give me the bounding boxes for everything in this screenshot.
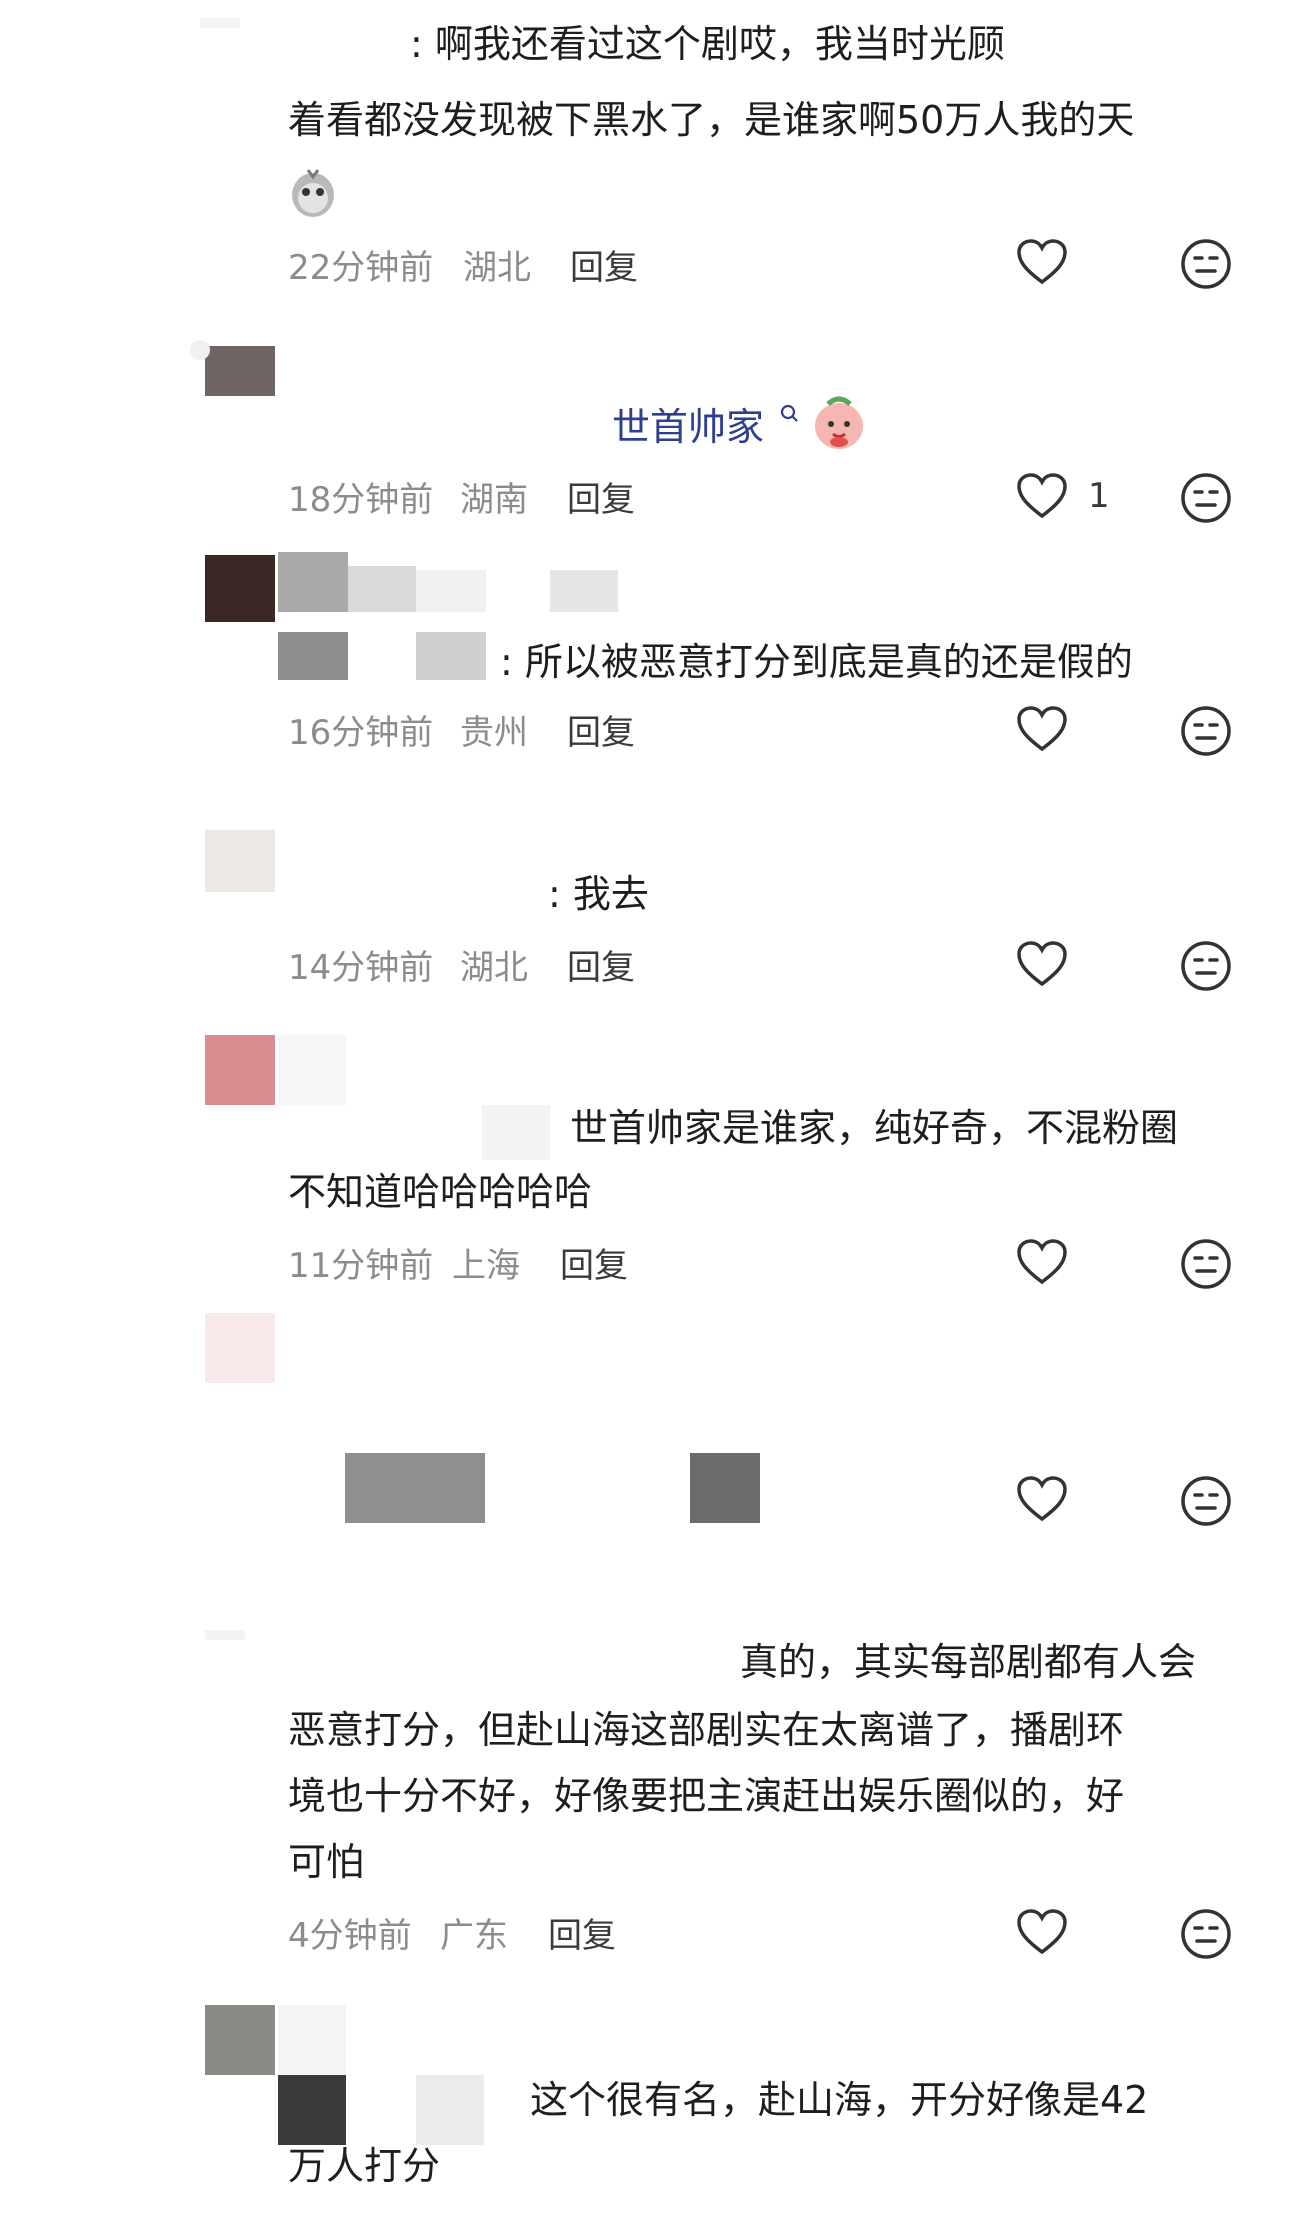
mosaic-block (416, 570, 486, 612)
comment-text-line: 这个很有名，赴山海，开分好像是42 (530, 2078, 1149, 2122)
comment-text-line: : 所以被恶意打分到底是真的还是假的 (500, 640, 1133, 684)
reply-button[interactable]: 回复 (548, 1908, 616, 1957)
like-count: 1 (1088, 476, 1110, 516)
avatar-fragment (200, 18, 240, 28)
mosaic-block (278, 632, 348, 680)
comment-time: 22分钟前 (288, 248, 434, 288)
mosaic-block (278, 1035, 346, 1105)
mosaic-block (690, 1453, 760, 1523)
comment-text-line: 恶意打分，但赴山海这部剧实在太离谱了，播剧环 (288, 1708, 1125, 1752)
mosaic-block (278, 552, 348, 612)
reply-button[interactable]: 回复 (560, 1238, 628, 1287)
mosaic-block (348, 566, 416, 612)
comment-text-line: 境也十分不好，好像要把主演赶出娱乐圈似的，好 (288, 1774, 1125, 1818)
avatar[interactable] (205, 1035, 275, 1105)
search-icon (780, 404, 798, 422)
comment-region: 湖北 (463, 248, 531, 288)
like-heart-icon[interactable] (1016, 940, 1068, 988)
sticker-emoji-icon (815, 396, 863, 449)
reply-button[interactable]: 回复 (567, 705, 635, 754)
avatar-fragment (205, 1630, 245, 1640)
comment-text-line: 万人打分 (288, 2144, 441, 2188)
reply-button[interactable]: 回复 (570, 240, 638, 289)
dislike-neutral-face-icon[interactable] (1180, 940, 1232, 992)
comment-time: 11分钟前 (288, 1246, 434, 1286)
mosaic-block (550, 570, 618, 612)
comment-text-line: 可怕 (288, 1840, 365, 1884)
comment-time: 14分钟前 (288, 948, 434, 988)
comment-region: 贵州 (460, 713, 528, 753)
like-heart-icon[interactable] (1016, 1238, 1068, 1286)
sticker-emoji-icon (292, 169, 334, 217)
comment-text-line: : 我去 (548, 872, 649, 916)
avatar[interactable] (205, 2005, 275, 2075)
comment-text-line: 真的，其实每部剧都有人会 (740, 1640, 1197, 1684)
mosaic-block (278, 2005, 346, 2075)
dislike-neutral-face-icon[interactable] (1180, 472, 1232, 524)
reply-button[interactable]: 回复 (567, 940, 635, 989)
dislike-neutral-face-icon[interactable] (1180, 238, 1232, 290)
dislike-neutral-face-icon[interactable] (1180, 1475, 1232, 1527)
avatar[interactable] (205, 346, 275, 396)
dislike-neutral-face-icon[interactable] (1180, 1238, 1232, 1290)
comment-region: 广东 (440, 1916, 508, 1956)
avatar[interactable] (205, 1313, 275, 1383)
comment-text-line: 着看都没发现被下黑水了，是谁家啊50万人我的天 (288, 98, 1135, 142)
like-heart-icon[interactable] (1016, 472, 1068, 520)
like-heart-icon[interactable] (1016, 1908, 1068, 1956)
comment-region: 湖北 (460, 948, 528, 988)
comment-time: 16分钟前 (288, 713, 434, 753)
like-heart-icon[interactable] (1016, 705, 1068, 753)
avatar[interactable] (205, 830, 275, 892)
mosaic-block (482, 1105, 550, 1160)
mentioned-username[interactable]: 世首帅家 (612, 395, 764, 459)
comment-time: 4分钟前 (288, 1916, 412, 1956)
comment-text-line: : 啊我还看过这个剧哎，我当时光顾 (410, 22, 1005, 66)
mosaic-block (416, 632, 486, 680)
like-heart-icon[interactable] (1016, 1475, 1068, 1523)
comment-text-line: 世首帅家是谁家，纯好奇，不混粉圈 (570, 1106, 1179, 1150)
dislike-neutral-face-icon[interactable] (1180, 1908, 1232, 1960)
avatar[interactable] (205, 555, 275, 622)
reply-button[interactable]: 回复 (567, 472, 635, 521)
dislike-neutral-face-icon[interactable] (1180, 705, 1232, 757)
comment-text-line: 不知道哈哈哈哈哈 (288, 1170, 593, 1214)
comment-region: 湖南 (460, 480, 528, 520)
avatar-fragment (190, 340, 210, 360)
comment-time: 18分钟前 (288, 480, 434, 520)
comment-region: 上海 (452, 1246, 520, 1286)
like-heart-icon[interactable] (1016, 238, 1068, 286)
mosaic-block (345, 1453, 485, 1523)
